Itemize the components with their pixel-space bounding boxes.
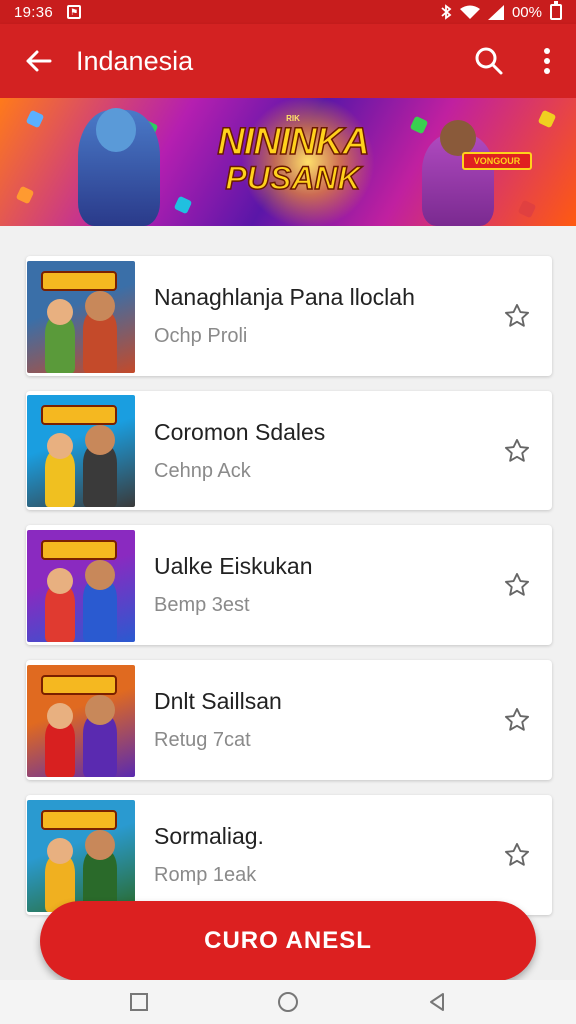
thumbnail-character-head	[47, 567, 73, 594]
list-item-subtitle: Retug 7cat	[154, 729, 251, 751]
app-bar: Indanesia	[0, 24, 576, 98]
list-item-texts: Coromon Sdales Cehnp Ack	[154, 419, 490, 483]
system-nav-bar	[0, 980, 576, 1024]
thumbnail-character	[45, 316, 75, 373]
star-outline-icon	[504, 842, 530, 866]
list-item[interactable]: Coromon Sdales Cehnp Ack	[26, 391, 552, 510]
more-options-button[interactable]	[518, 24, 576, 98]
hero-head-left	[96, 108, 136, 152]
thumbnail-logo	[41, 405, 117, 425]
gem-icon	[409, 115, 429, 135]
thumbnail-logo	[41, 270, 117, 291]
game-thumbnail	[27, 529, 135, 642]
list-item-subtitle: Ochp Proli	[154, 325, 248, 347]
thumbnail-character	[45, 585, 75, 642]
thumbnail-logo	[41, 809, 117, 830]
favorite-button[interactable]	[490, 289, 544, 343]
list-item-title: Sormaliag.	[154, 823, 264, 849]
status-time: 19:36	[14, 3, 54, 21]
banner-logo: RIK NININKA PUSANK	[188, 114, 398, 196]
list-item[interactable]: Dnlt Saillsan Retug 7cat	[26, 660, 552, 780]
star-outline-icon	[504, 438, 530, 462]
gem-icon	[15, 185, 35, 205]
thumbnail-character-head	[47, 837, 73, 864]
banner-logo-line1: NININKA	[217, 121, 371, 163]
list-item-subtitle: Romp 1eak	[154, 864, 257, 886]
favorite-button[interactable]	[490, 558, 544, 612]
thumbnail-character-head	[47, 298, 73, 325]
banner-logo-line2: PUSANK	[225, 160, 362, 196]
status-bar: 19:36 ⚑ 00%	[0, 0, 576, 24]
arrow-left-icon	[26, 50, 52, 72]
notification-icon: ⚑	[67, 5, 82, 19]
back-nav-icon[interactable]	[427, 992, 447, 1012]
home-icon[interactable]	[277, 991, 299, 1013]
list-item-subtitle: Bemp 3est	[154, 594, 250, 616]
search-icon	[475, 47, 503, 75]
star-outline-icon	[504, 572, 530, 596]
list-item[interactable]: Ualke Eiskukan Bemp 3est	[26, 525, 552, 645]
favorite-button[interactable]	[490, 828, 544, 882]
favorite-button[interactable]	[490, 424, 544, 478]
thumbnail-character	[45, 451, 75, 507]
list-item-title: Ualke Eiskukan	[154, 553, 313, 579]
battery-icon	[550, 1, 562, 20]
gem-icon	[173, 195, 193, 215]
list-item-title: Nanaghlanja Pana lloclah	[154, 284, 415, 310]
page-title: Indanesia	[76, 45, 194, 76]
game-thumbnail	[27, 395, 135, 507]
favorite-button[interactable]	[490, 693, 544, 747]
gem-icon	[25, 109, 45, 129]
wifi-icon	[459, 5, 480, 19]
battery-percent: 00%	[511, 3, 542, 21]
signal-icon	[487, 4, 504, 20]
game-list: Nanaghlanja Pana lloclah Ochp Proli Coro…	[26, 256, 552, 930]
bluetooth-icon	[441, 4, 452, 20]
recents-icon[interactable]	[129, 992, 149, 1012]
game-thumbnail	[27, 799, 135, 912]
banner-tag: VONGOUR	[462, 152, 532, 170]
list-item-subtitle: Cehnp Ack	[154, 459, 251, 482]
hero-head-right	[440, 120, 476, 156]
list-item-texts: Nanaghlanja Pana lloclah Ochp Proli	[154, 284, 490, 348]
status-icons: 00%	[440, 1, 562, 21]
thumbnail-character-head	[85, 290, 115, 321]
thumbnail-character-head	[47, 433, 73, 459]
thumbnail-character	[45, 720, 75, 777]
list-item-texts: Dnlt Saillsan Retug 7cat	[154, 688, 490, 752]
promo-banner[interactable]: RIK NININKA PUSANK VONGOUR	[0, 98, 576, 226]
star-outline-icon	[504, 303, 530, 327]
thumbnail-logo	[41, 539, 117, 560]
thumbnail-character-head	[85, 694, 115, 725]
game-thumbnail	[27, 260, 135, 373]
search-button[interactable]	[460, 24, 518, 98]
list-item[interactable]: Sormaliag. Romp 1eak	[26, 795, 552, 915]
thumbnail-character-head	[85, 425, 115, 455]
thumbnail-logo	[41, 674, 117, 695]
game-thumbnail	[27, 664, 135, 777]
star-outline-icon	[504, 707, 530, 731]
gem-icon	[537, 109, 557, 129]
list-item-title: Coromon Sdales	[154, 418, 326, 445]
list-item-texts: Ualke Eiskukan Bemp 3est	[154, 553, 490, 617]
list-item-texts: Sormaliag. Romp 1eak	[154, 823, 490, 887]
list-item-title: Dnlt Saillsan	[154, 688, 282, 714]
back-button[interactable]	[0, 24, 76, 98]
more-vert-icon	[544, 48, 550, 74]
thumbnail-character-head	[85, 829, 115, 860]
list-item[interactable]: Nanaghlanja Pana lloclah Ochp Proli	[26, 256, 552, 376]
thumbnail-character-head	[47, 702, 73, 729]
gem-icon	[517, 199, 537, 219]
primary-action-button[interactable]: CURO ANESL	[40, 901, 536, 981]
thumbnail-character-head	[85, 559, 115, 590]
